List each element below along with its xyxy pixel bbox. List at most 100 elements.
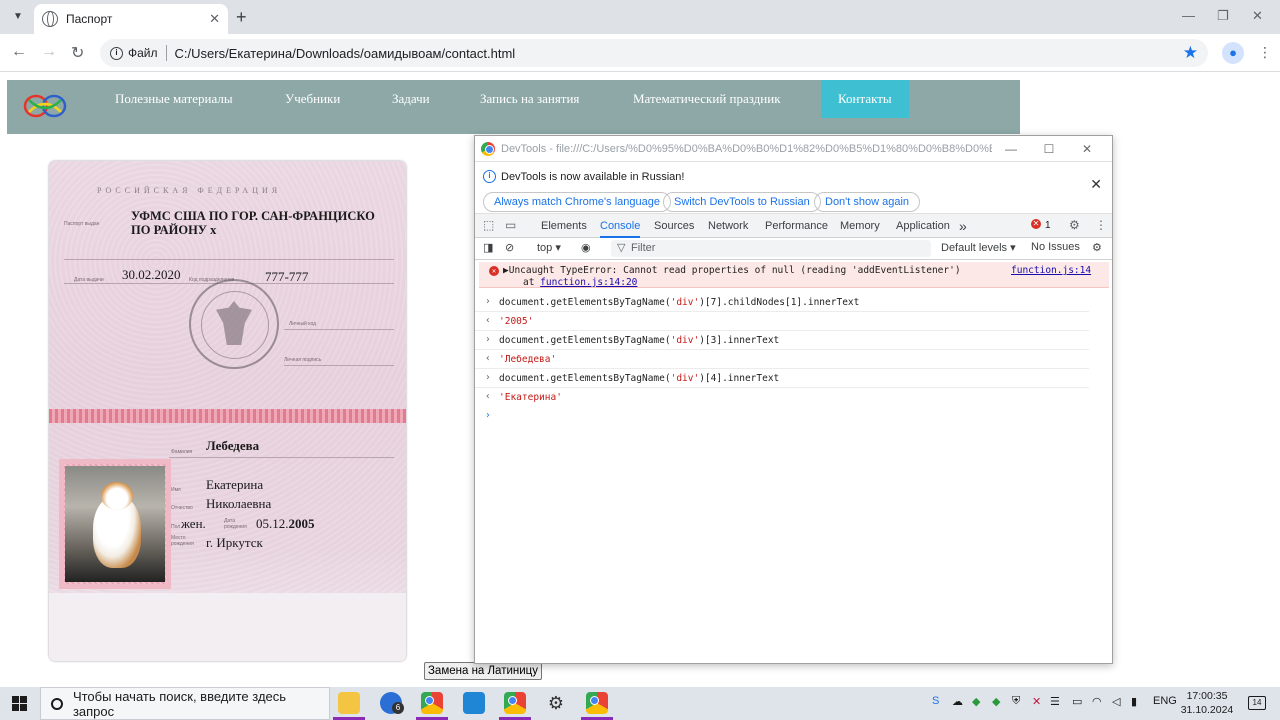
tab-strip: ▼ Паспорт ✕ + — ❐ ✕ bbox=[0, 0, 1280, 34]
devtools-window: DevTools - file:///C:/Users/%D0%95%D0%BA… bbox=[474, 135, 1113, 664]
log-levels-select[interactable]: Default levels ▾ bbox=[941, 241, 1016, 254]
error-badge-icon[interactable]: ✕ bbox=[1031, 219, 1041, 229]
devtools-title: DevTools - file:///C:/Users/%D0%95%D0%BA… bbox=[501, 142, 992, 155]
tab-memory[interactable]: Memory bbox=[840, 214, 880, 238]
settings-gear-icon[interactable]: ⚙ bbox=[545, 692, 567, 714]
inspect-element-icon[interactable]: ⬚ bbox=[483, 218, 494, 232]
switch-to-russian-button[interactable]: Switch DevTools to Russian bbox=[663, 192, 821, 212]
console-output-row: ‹ '2005' bbox=[475, 312, 1089, 331]
maximize-icon[interactable]: ❐ bbox=[1217, 8, 1229, 24]
settings-gear-icon[interactable]: ⚙ bbox=[1069, 218, 1080, 232]
console-toolbar: ◨ ⊘ top ▾ ◉ ▽ Filter Default levels ▾ No… bbox=[475, 238, 1112, 260]
nav-link-math-festival[interactable]: Математический праздник bbox=[633, 80, 781, 118]
error-stack-link[interactable]: function.js:14:20 bbox=[540, 277, 637, 288]
nav-link-materials[interactable]: Полезные материалы bbox=[115, 80, 233, 118]
tab-passport[interactable]: Паспорт ✕ bbox=[34, 4, 228, 34]
infobar-message: DevTools is now available in Russian! bbox=[501, 170, 685, 183]
error-count[interactable]: 1 bbox=[1045, 214, 1051, 238]
console-error-row: ✕ ▶Uncaught TypeError: Cannot read prope… bbox=[479, 262, 1109, 288]
cloud-icon[interactable]: ☁ bbox=[952, 695, 963, 708]
tab-application[interactable]: Application bbox=[896, 214, 950, 238]
address-bar[interactable]: i Файл C:/Users/Екатерина/Downloads/оами… bbox=[100, 39, 1208, 67]
birth-place-value: г. Иркутск bbox=[206, 535, 263, 550]
issues-counter[interactable]: No Issues bbox=[1031, 241, 1080, 253]
skype-icon[interactable]: S bbox=[932, 695, 939, 707]
issued-by: УФМС США ПО ГОР. САН-ФРАНЦИСКО ПО РАЙОНУ… bbox=[131, 209, 375, 237]
tab-performance[interactable]: Performance bbox=[765, 214, 828, 238]
info-icon[interactable]: i bbox=[110, 46, 123, 60]
nav-link-signup[interactable]: Запись на занятия bbox=[480, 80, 579, 118]
filter-funnel-icon: ▽ bbox=[617, 242, 626, 254]
minimize-icon[interactable]: — bbox=[992, 142, 1030, 156]
device-toolbar-icon[interactable]: ▭ bbox=[505, 218, 516, 232]
security-band bbox=[49, 409, 406, 423]
context-select[interactable]: top ▾ bbox=[537, 241, 561, 254]
clear-console-icon[interactable]: ⊘ bbox=[505, 241, 514, 254]
url-text[interactable]: C:/Users/Екатерина/Downloads/оамидывоам/… bbox=[175, 46, 1183, 61]
bookmark-star-icon[interactable]: ★ bbox=[1183, 43, 1198, 63]
nav-link-tasks[interactable]: Задачи bbox=[392, 80, 430, 118]
devtools-menu-icon[interactable]: ⋮ bbox=[1095, 218, 1107, 232]
vscode-icon[interactable] bbox=[463, 692, 485, 714]
language-indicator[interactable]: ENG bbox=[1153, 695, 1177, 707]
console-filter-input[interactable]: ▽ Filter bbox=[611, 240, 931, 257]
minimize-icon[interactable]: — bbox=[1182, 8, 1195, 23]
always-match-language-button[interactable]: Always match Chrome's language bbox=[483, 192, 671, 212]
passport-card: РОССИЙСКАЯ ФЕДЕРАЦИЯ Паспорт выдан УФМС … bbox=[49, 161, 406, 661]
windows-start-icon[interactable] bbox=[12, 696, 27, 711]
close-infobar-icon[interactable]: ✕ bbox=[1090, 176, 1102, 193]
console-settings-gear-icon[interactable]: ⚙ bbox=[1092, 241, 1102, 254]
telegram-badge: 6 bbox=[392, 702, 404, 714]
tab-search-chevron-icon[interactable]: ▼ bbox=[8, 6, 28, 26]
tab-console[interactable]: Console bbox=[600, 214, 641, 238]
network-icon[interactable]: ▭ bbox=[1072, 695, 1082, 708]
tray-red-icon[interactable]: ✕ bbox=[1032, 695, 1041, 708]
shield-icon[interactable]: ⛨ bbox=[1012, 695, 1020, 708]
search-icon bbox=[51, 697, 63, 710]
tray-app-icon[interactable]: ◆ bbox=[992, 695, 1000, 708]
console-input-row: › document.getElementsByTagName('div')[4… bbox=[475, 369, 1089, 388]
chrome-taskbar-icon-2[interactable] bbox=[504, 692, 526, 714]
nav-link-textbooks[interactable]: Учебники bbox=[285, 80, 340, 118]
tab-close-icon[interactable]: ✕ bbox=[209, 11, 220, 27]
new-tab-button[interactable]: + bbox=[236, 7, 247, 28]
sidebar-toggle-icon[interactable]: ◨ bbox=[483, 241, 493, 254]
devtools-tabbar: ⬚ ▭ Elements Console Sources Network Per… bbox=[475, 214, 1112, 238]
clock[interactable]: 17:00:35 31.10.2024 bbox=[1178, 689, 1236, 717]
back-arrow-icon[interactable]: ← bbox=[11, 43, 27, 61]
error-source-link[interactable]: function.js:14 bbox=[1011, 265, 1091, 276]
output-arrow-icon: ‹ bbox=[485, 353, 491, 364]
volume-icon[interactable]: ◁ bbox=[1112, 695, 1120, 708]
chrome-taskbar-icon[interactable] bbox=[421, 692, 443, 714]
infinity-logo-icon[interactable] bbox=[23, 92, 67, 120]
sliders-icon[interactable]: ☰ bbox=[1050, 695, 1060, 708]
reload-icon[interactable]: ↻ bbox=[71, 43, 84, 63]
notifications-icon[interactable]: 14 bbox=[1248, 696, 1266, 710]
maximize-icon[interactable]: ☐ bbox=[1030, 142, 1068, 156]
profile-avatar-icon[interactable]: ● bbox=[1222, 42, 1244, 64]
taskbar-search-input[interactable]: Чтобы начать поиск, введите здесь запрос bbox=[40, 687, 330, 720]
wifi-icon[interactable]: ◠ bbox=[1092, 695, 1102, 708]
output-arrow-icon: ‹ bbox=[485, 391, 491, 402]
birth-date-value: 05.12.2005 bbox=[256, 516, 315, 531]
nav-link-contacts[interactable]: Контакты bbox=[821, 80, 909, 118]
eye-icon[interactable]: ◉ bbox=[581, 241, 591, 254]
dont-show-again-button[interactable]: Don't show again bbox=[814, 192, 921, 212]
tab-sources[interactable]: Sources bbox=[654, 214, 694, 238]
tab-network[interactable]: Network bbox=[708, 214, 748, 238]
latin-replace-button[interactable]: Замена на Латиницу bbox=[424, 662, 542, 680]
error-message[interactable]: ▶Uncaught TypeError: Cannot read propert… bbox=[503, 265, 961, 276]
console-prompt[interactable]: › bbox=[475, 407, 1089, 426]
forward-arrow-icon[interactable]: → bbox=[41, 43, 57, 61]
tab-title: Паспорт bbox=[66, 12, 113, 26]
telegram-icon[interactable]: 6 bbox=[380, 692, 404, 714]
file-explorer-icon[interactable] bbox=[338, 692, 360, 714]
menu-kebab-icon[interactable]: ⋮ bbox=[1258, 44, 1272, 61]
chrome-taskbar-icon-3[interactable] bbox=[586, 692, 608, 714]
close-window-icon[interactable]: ✕ bbox=[1252, 8, 1263, 24]
close-icon[interactable]: ✕ bbox=[1068, 142, 1106, 156]
app-tray-icon[interactable]: ◆ bbox=[972, 695, 980, 708]
more-tabs-icon[interactable]: » bbox=[959, 214, 967, 238]
battery-icon[interactable]: ▮ bbox=[1131, 695, 1137, 708]
tab-elements[interactable]: Elements bbox=[541, 214, 587, 238]
